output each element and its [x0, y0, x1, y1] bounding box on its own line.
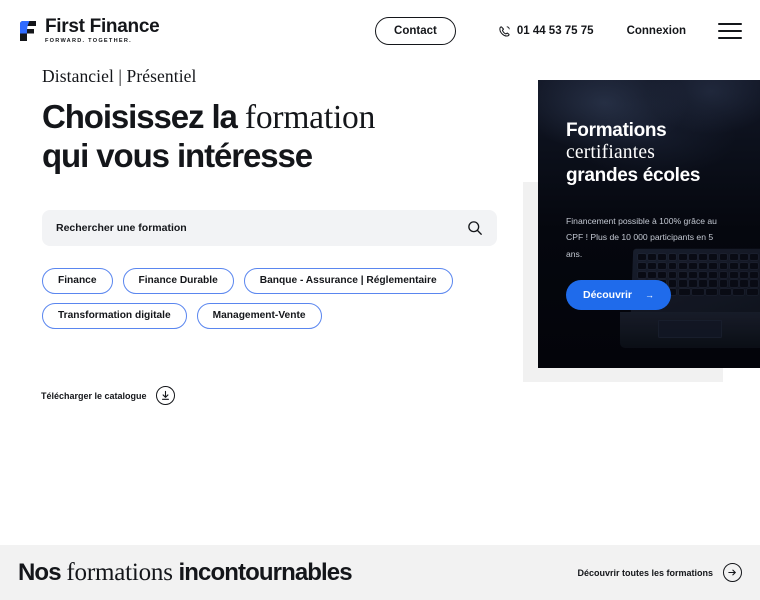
filter-pill-finance-durable[interactable]: Finance Durable — [122, 268, 234, 295]
page-root: First Finance FORWARD. TOGETHER. Contact… — [0, 0, 760, 600]
logo-tagline: FORWARD. TOGETHER. — [45, 38, 132, 45]
logo-text: First Finance FORWARD. TOGETHER. — [45, 15, 160, 45]
header-actions: Contact 01 44 53 75 75 Connexion — [375, 17, 742, 45]
promo-title-line3: grandes écoles — [566, 164, 701, 186]
burger-bar-3 — [718, 37, 742, 40]
promo-discover-button[interactable]: Découvrir → — [566, 279, 672, 310]
bottom-title-sans-1: Nos — [18, 558, 67, 586]
promo-card[interactable]: Formations certifiantes grandes écoles F… — [538, 80, 760, 368]
logo-name: First Finance — [45, 15, 160, 37]
bottom-section: Nos formations incontournables Découvrir… — [0, 545, 760, 600]
promo-title-line1: Formations — [566, 120, 667, 141]
promo-discover-label: Découvrir — [583, 288, 633, 301]
promo-content: Formations certifiantes grandes écoles F… — [538, 80, 760, 310]
phone-number: 01 44 53 75 75 — [516, 25, 594, 37]
hero-section: Distanciel | Présentiel Choisissez la fo… — [42, 66, 512, 175]
promo-title-line2: certifiantes — [566, 142, 656, 164]
burger-bar-1 — [718, 22, 742, 25]
laptop-trackpad — [658, 320, 722, 338]
bottom-section-title: Nos formations incontournables — [18, 558, 353, 587]
phone-link[interactable]: 01 44 53 75 75 — [498, 25, 594, 38]
hero-title-line2: qui vous intéresse — [42, 137, 313, 175]
discover-all-trainings-link[interactable]: Découvrir toutes les formations — [577, 563, 742, 582]
discover-all-trainings-label: Découvrir toutes les formations — [577, 567, 713, 578]
first-finance-logo-mark — [18, 20, 38, 42]
filter-pill-management-vente[interactable]: Management-Vente — [196, 303, 322, 330]
logo[interactable]: First Finance FORWARD. TOGETHER. — [18, 15, 160, 45]
hero-eyebrow: Distanciel | Présentiel — [42, 66, 197, 86]
hero-title-sans-1: Choisissez la — [42, 98, 245, 135]
connexion-link[interactable]: Connexion — [627, 25, 686, 37]
filter-pill-list: Finance Finance Durable Banque - Assuran… — [42, 268, 502, 330]
promo-description: Financement possible à 100% grâce au CPF… — [566, 215, 717, 260]
hero-title-serif: formation — [244, 99, 376, 136]
page-title: Choisissez la formation qui vous intéres… — [42, 98, 512, 175]
download-icon[interactable] — [155, 386, 175, 405]
hamburger-menu-icon[interactable] — [718, 22, 742, 40]
filter-pill-transformation-digitale[interactable]: Transformation digitale — [42, 303, 187, 330]
promo-title: Formations certifiantes grandes écoles — [566, 120, 738, 187]
search-input[interactable] — [56, 222, 467, 234]
download-catalogue-label: Télécharger le catalogue — [41, 390, 147, 401]
burger-bar-2 — [718, 29, 742, 33]
search-bar[interactable] — [42, 210, 497, 246]
bottom-title-sans-2: incontournables — [172, 558, 353, 586]
download-catalogue-link[interactable]: Télécharger le catalogue — [41, 386, 175, 405]
search-icon[interactable] — [467, 220, 483, 236]
bottom-title-serif: formations — [66, 558, 173, 586]
arrow-right-icon[interactable] — [723, 563, 742, 582]
site-header: First Finance FORWARD. TOGETHER. Contact… — [0, 0, 760, 62]
contact-button[interactable]: Contact — [375, 17, 456, 45]
arrow-right-icon: → — [645, 289, 655, 300]
phone-icon — [498, 25, 511, 38]
filter-pill-banque-assurance[interactable]: Banque - Assurance | Réglementaire — [243, 268, 453, 295]
filter-pill-finance[interactable]: Finance — [42, 268, 113, 295]
